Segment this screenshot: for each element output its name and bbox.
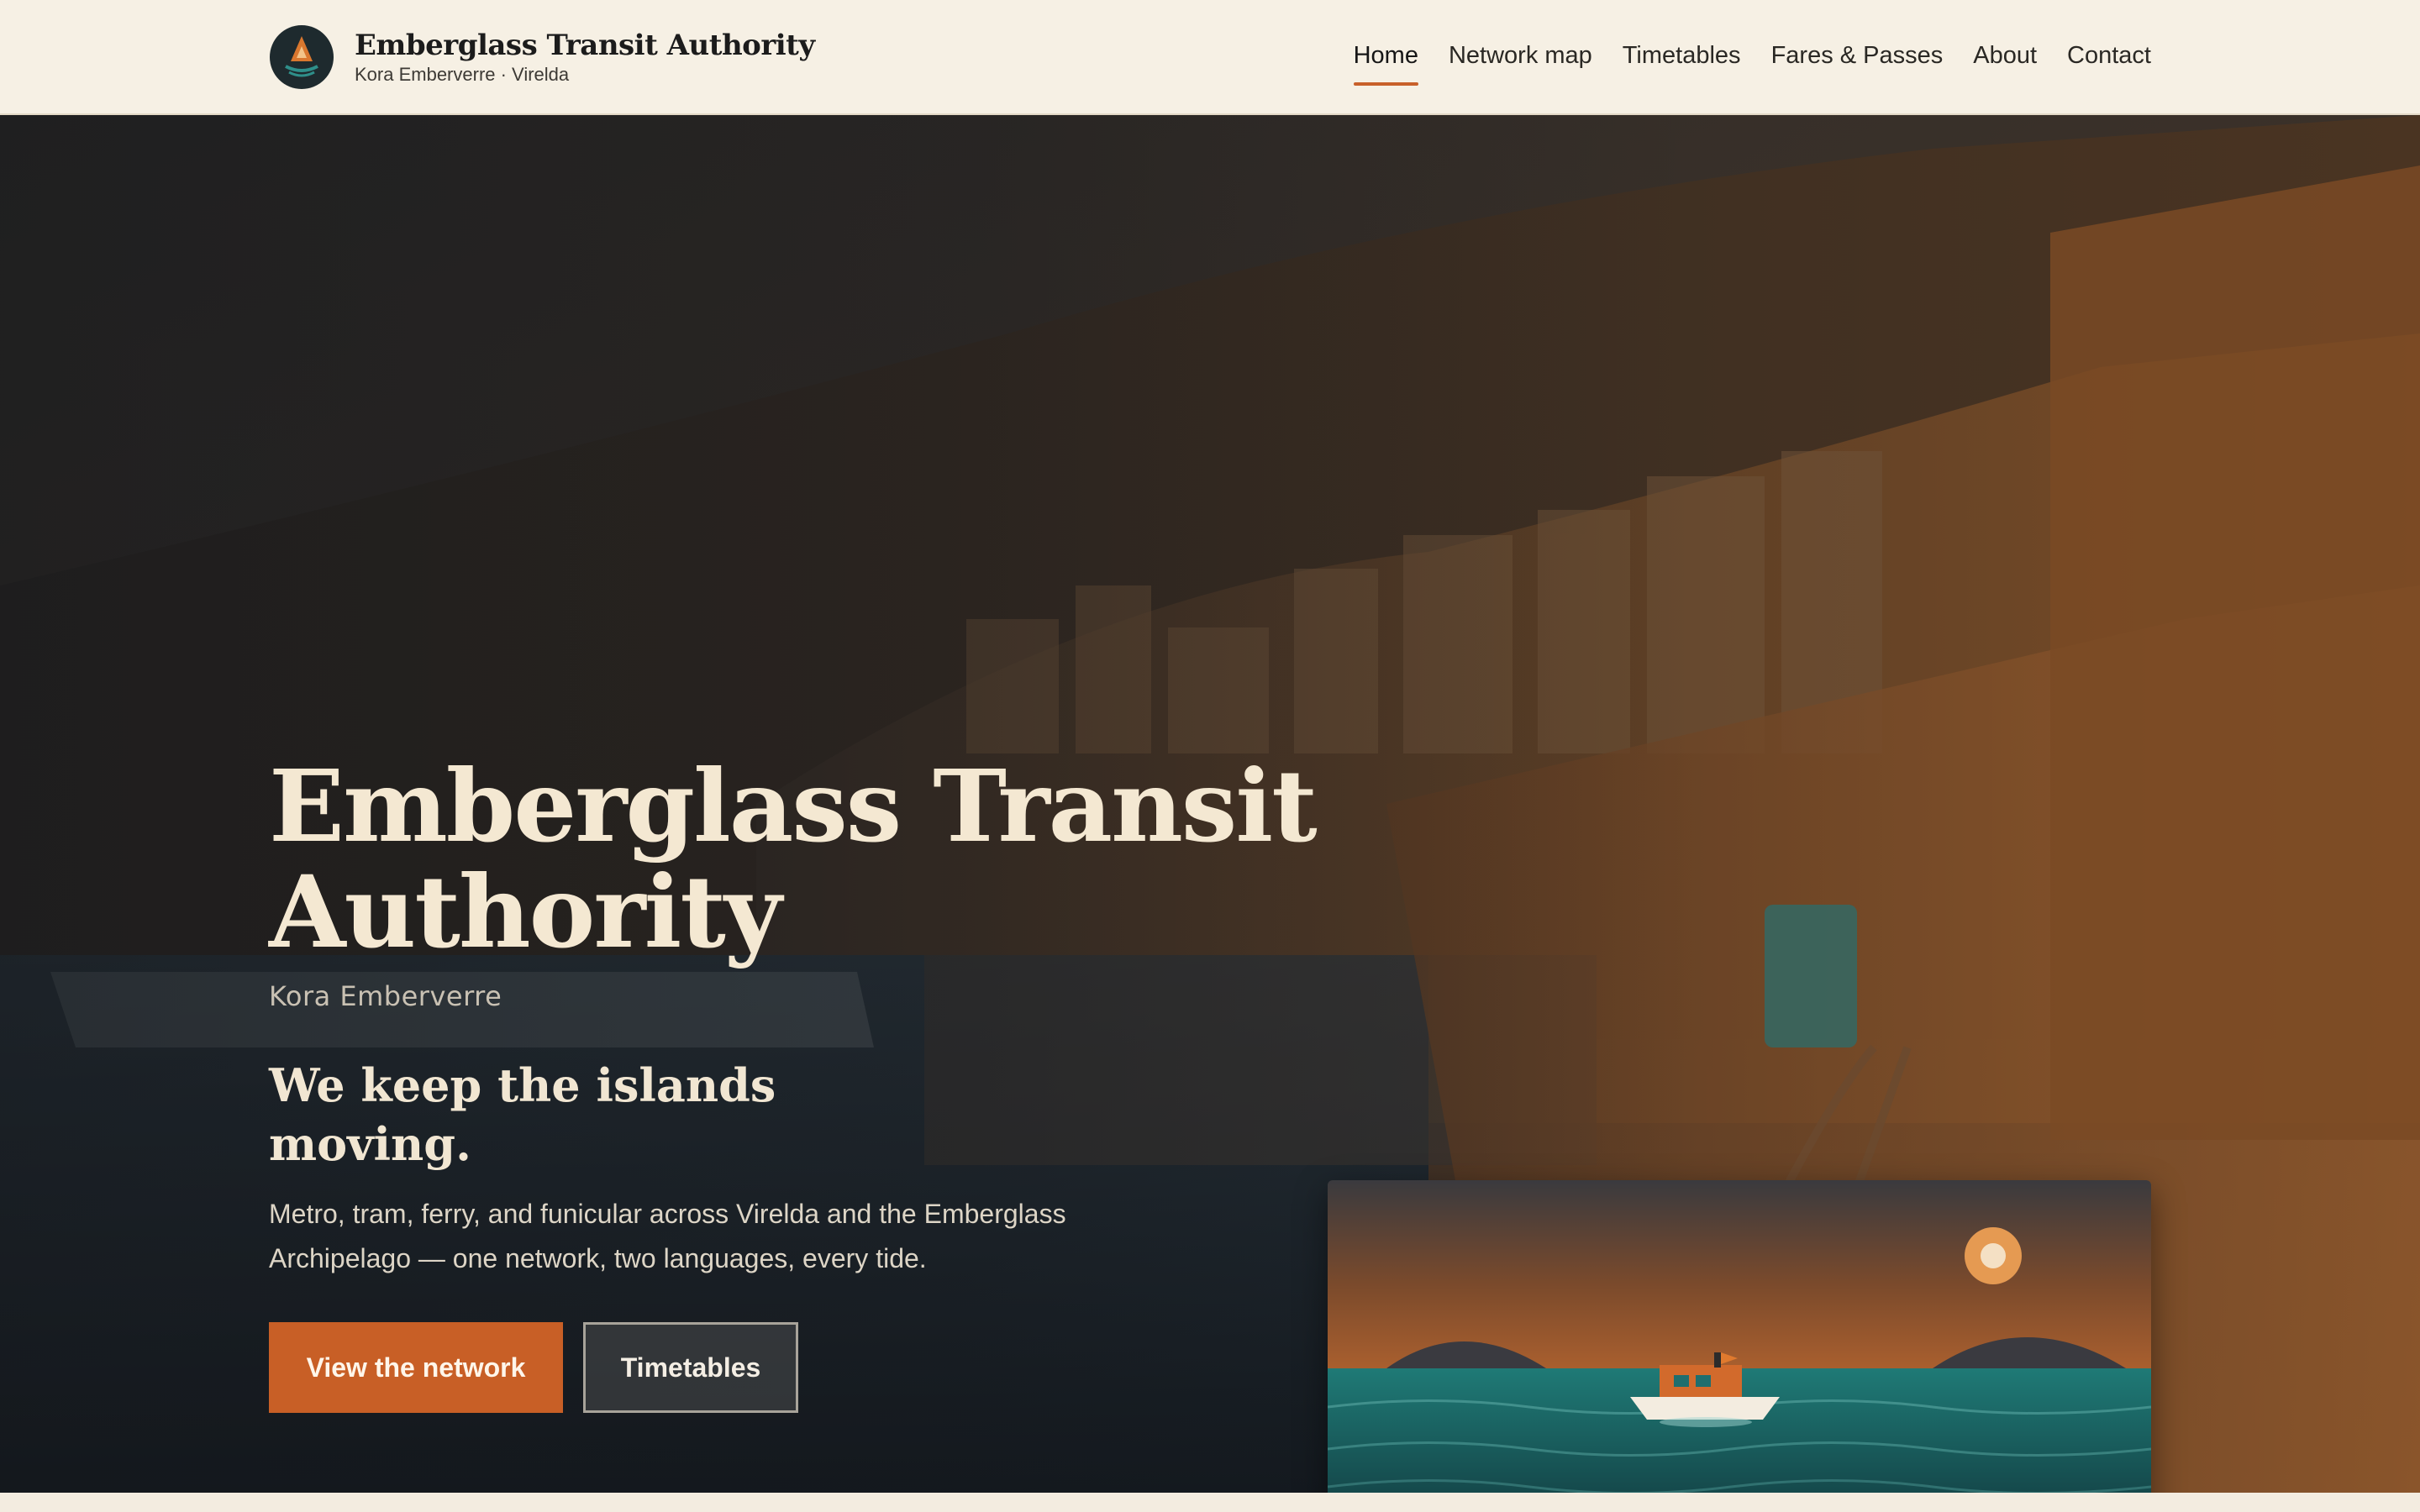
brand-subtitle: Kora Emberverre · Virelda — [355, 64, 570, 85]
hero-title: Emberglass Transit Authority — [269, 748, 1318, 970]
hero-section: Emberglass Transit Authority Kora Emberv… — [0, 115, 2420, 1493]
timetables-button[interactable]: Timetables — [583, 1322, 798, 1413]
nav-home[interactable]: Home — [1353, 30, 1419, 86]
brand-home-link[interactable]: Emberglass Transit Authority Kora Emberv… — [269, 24, 815, 91]
nav-about[interactable]: About — [1973, 30, 2037, 86]
bottom-strip — [0, 1493, 2420, 1512]
site-header: Emberglass Transit Authority Kora Emberv… — [0, 0, 2420, 115]
brand-name: Emberglass Transit Authority — [355, 29, 815, 62]
ferry-illustration-card — [1328, 1180, 2151, 1493]
hero-description: Metro, tram, ferry, and funicular across… — [269, 1199, 1066, 1273]
nav-network-map[interactable]: Network map — [1449, 30, 1592, 86]
nav-contact[interactable]: Contact — [2067, 30, 2151, 86]
brand-text: Emberglass Transit Authority Kora Emberv… — [355, 29, 815, 86]
hero-subtitle: Kora Emberverre — [269, 980, 502, 1012]
nav-fares-passes[interactable]: Fares & Passes — [1771, 30, 1944, 86]
hero-tagline: We keep the islands moving. — [269, 1058, 776, 1171]
ferry-illustration — [1328, 1180, 2151, 1493]
main-nav: Home Network map Timetables Fares & Pass… — [1353, 30, 2151, 86]
ember-flame-logo-icon — [270, 25, 334, 89]
view-network-button[interactable]: View the network — [269, 1322, 563, 1413]
nav-timetables[interactable]: Timetables — [1623, 30, 1741, 86]
